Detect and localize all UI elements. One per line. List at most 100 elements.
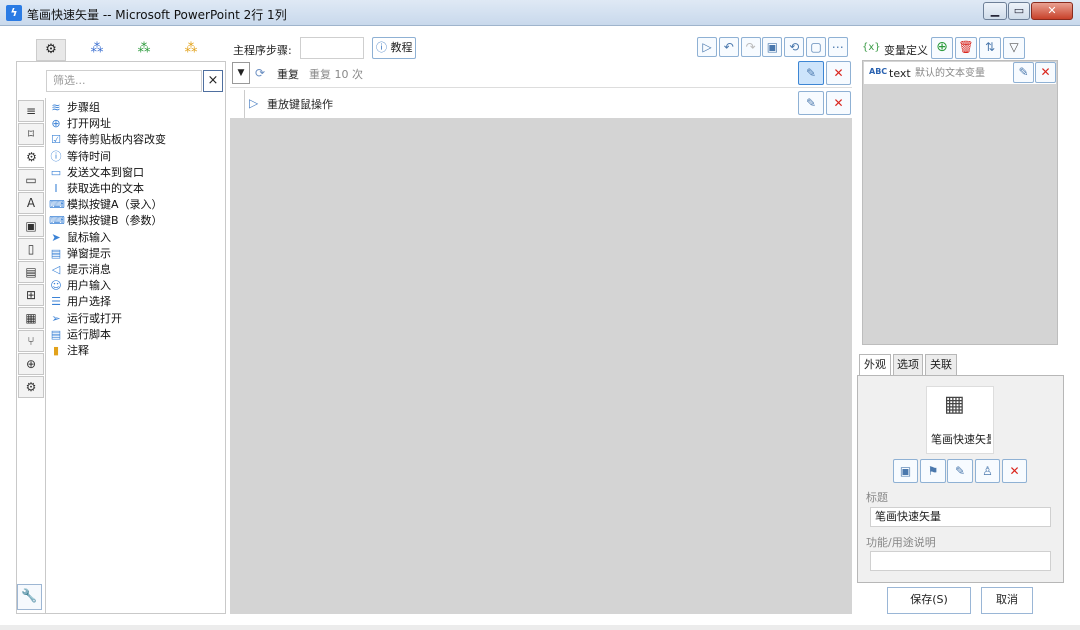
cluster-orange-icon[interactable]: ⁂ [176,39,206,61]
tool-label: 步骤组 [67,101,100,114]
delete-variable-button[interactable]: 🗑 [955,37,977,59]
note-icon: ▢ [810,40,822,54]
steps-empty-area [230,118,852,614]
sort-icon: ⇅ [984,40,996,54]
tool-item[interactable]: ☰ 用户选择 [49,294,111,310]
variables-list [862,60,1058,345]
filter-clear-button[interactable]: × [203,70,223,92]
clear-appearance-button[interactable]: ✕ [1002,459,1027,483]
calculator-icon[interactable]: ▦ [18,307,44,329]
flag-icon: ⚑ [927,464,939,478]
more-button[interactable]: ⋯ [827,37,848,57]
redo-button[interactable]: ↷ [740,37,761,57]
save-button[interactable]: ▣ [762,37,783,57]
keyboard-icon: ⌨ [49,198,65,212]
text-A-icon[interactable]: A [18,192,44,214]
filter-input[interactable]: 筛选... [46,70,202,92]
tool-item[interactable]: ⌨ 模拟按键B（参数） [49,213,163,229]
maximize-button[interactable]: ▭ [1008,2,1030,20]
tab-options[interactable]: 选项 [893,354,923,376]
tool-item[interactable]: ≋ 步骤组 [49,100,100,116]
history-button[interactable]: ⟲ [784,37,805,57]
branch-icon[interactable]: ⑂ [18,330,44,352]
bookmark-icon[interactable]: ⌑ [18,123,44,145]
image-button[interactable]: ▣ [893,459,918,483]
lightning-icon: ϟ [6,5,22,21]
tool-item[interactable]: ⓘ 等待时间 [49,149,112,165]
eyedropper-icon: ✎ [954,464,966,478]
tool-item[interactable]: ➢ 运行或打开 [49,311,122,327]
step-title: 重复 [277,68,299,81]
tool-label: 发送文本到窗口 [67,165,144,179]
title-label: 标题 [866,491,888,504]
close-icon: ✕ [833,66,844,80]
save-button[interactable]: 保存(S) [887,587,971,614]
tool-item[interactable]: ➤ 鼠标输入 [49,230,111,246]
tab-links[interactable]: 关联 [925,354,957,376]
cluster-blue-icon[interactable]: ⁂ [82,39,112,61]
variables-header: 变量定义 [884,44,928,57]
layers-icon: ≋ [51,101,61,114]
pencil-icon: ✎ [1018,65,1029,79]
close-button[interactable]: ✕ [1031,2,1073,20]
tool-item[interactable]: ▮ 注释 [49,343,89,359]
cancel-button[interactable]: 取消 [981,587,1033,614]
globe-icon[interactable]: ⊕ [18,353,44,375]
undo-button[interactable]: ↶ [718,37,739,57]
cluster-green-icon[interactable]: ⁂ [129,39,159,61]
gears-icon[interactable]: ⚙ [18,376,44,398]
shirt-button[interactable]: ♙ [975,459,1000,483]
tool-label: 模拟按键B（参数） [67,214,163,228]
image-icon: ▣ [899,464,912,478]
minimize-button[interactable]: ▁ [983,2,1007,20]
delete-step-button[interactable]: ✕ [826,91,851,115]
image-icon[interactable]: ▣ [18,215,44,237]
filter-button[interactable]: ▽ [1003,37,1025,59]
window-icon[interactable]: ▭ [18,169,44,191]
tool-label: 鼠标输入 [67,230,111,244]
tool-item[interactable]: ◁ 提示消息 [49,262,111,278]
plus-circle-icon: ⊕ [936,39,948,55]
windows-icon[interactable]: ⊞ [18,284,44,306]
note-button[interactable]: ▢ [806,37,826,57]
tool-item[interactable]: ▭ 发送文本到窗口 [49,165,144,181]
keyboard-icon: ⌨ [49,214,65,228]
tool-label: 模拟按键A（录入） [67,198,163,212]
tool-item[interactable]: ☑ 等待剪贴板内容改变 [49,132,166,148]
delete-step-button[interactable]: ✕ [826,61,851,85]
edit-step-button[interactable]: ✎ [798,91,824,115]
shirt-icon: ♙ [982,464,993,478]
description-field[interactable] [870,551,1051,571]
edit-step-button[interactable]: ✎ [798,61,824,85]
edit-variable-button[interactable]: ✎ [1013,62,1034,83]
chevron-down-icon[interactable]: ▼ [232,62,250,84]
tool-item[interactable]: ▤ 运行脚本 [49,327,111,343]
tutorial-button[interactable]: ⓘ 教程 [372,37,416,59]
document-icon[interactable]: ▤ [18,261,44,283]
step-row-replay[interactable] [244,90,852,118]
menu-icon[interactable]: ≡ [18,100,44,122]
sort-button[interactable]: ⇅ [979,37,1001,59]
color-picker-button[interactable]: ✎ [947,459,973,483]
title-field[interactable]: 笔画快速矢量 [870,507,1051,527]
clipboard-icon[interactable]: ▯ [18,238,44,260]
delete-variable-row-button[interactable]: ✕ [1035,62,1056,83]
tool-item[interactable]: ▤ 弹窗提示 [49,246,111,262]
tool-label: 等待时间 [67,149,111,163]
gear-icon[interactable]: ⚙ [18,146,44,168]
tool-item[interactable]: I 获取选中的文本 [49,181,144,197]
gears-icon[interactable]: ⚙ [36,39,66,61]
tool-label: 注释 [67,344,89,357]
play-button[interactable]: ▷ [697,37,717,57]
wrench-icon[interactable]: 🔧 [17,584,42,610]
play-circle-icon: ▷ [249,96,259,110]
flag-button[interactable]: ⚑ [920,459,946,483]
tab-appearance[interactable]: 外观 [859,354,891,376]
tool-item[interactable]: ⊕ 打开网址 [49,116,111,132]
note-icon: ▮ [52,344,60,357]
message-icon: ▭ [50,165,62,179]
add-variable-button[interactable]: ⊕ [931,37,953,59]
tool-item[interactable]: ☺ 用户输入 [49,278,111,294]
steps-input[interactable] [300,37,364,59]
tool-item[interactable]: ⌨ 模拟按键A（录入） [49,197,163,213]
